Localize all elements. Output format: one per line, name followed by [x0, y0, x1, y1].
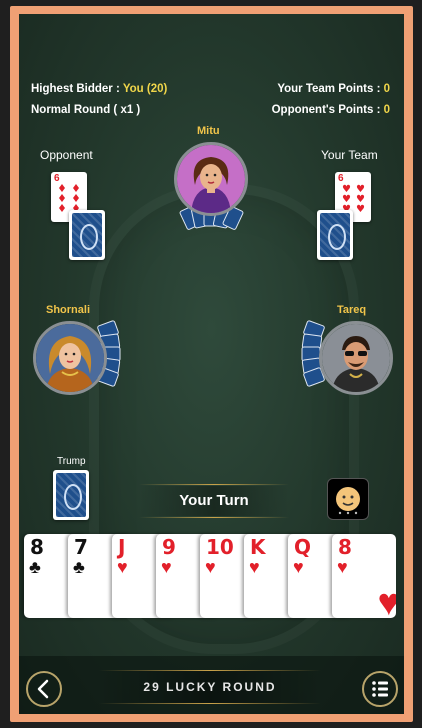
avatar-shornali[interactable] [33, 321, 107, 395]
card-suit: ♥ [293, 557, 304, 577]
trump-card-back[interactable] [53, 470, 89, 520]
card-rank: 9 [162, 535, 176, 559]
svg-text:♥: ♥ [356, 204, 365, 215]
team-pile-label: Your Team [321, 148, 378, 162]
opponent-points: Opponent's Points : 0 [272, 104, 390, 116]
card-suit: ♥ [161, 557, 172, 577]
card-rank: Q [294, 535, 312, 559]
menu-list-icon [372, 681, 388, 697]
card-rank: 10 [206, 535, 234, 559]
trump-label: Trump [57, 456, 86, 467]
card-suit: ♥ [117, 557, 128, 577]
opponent-pile-card-back [69, 210, 105, 260]
card-rank: 7 [74, 535, 88, 559]
player-name-top: Mitu [197, 125, 220, 137]
card-rank: 8 [30, 535, 44, 559]
card-suit: ♥ [337, 557, 348, 577]
team-pile-card-back [317, 210, 353, 260]
avatar-mitu[interactable] [174, 142, 248, 216]
player-name-left: Shornali [46, 304, 91, 316]
card-rank: 8 [338, 535, 352, 559]
player-hand: 8♣♣7♣♣J♥♥9♥♥10♥♥K♥♥Q♥♥8♥♥ [24, 534, 404, 620]
opponent-pile-rank: 6 [54, 173, 60, 184]
menu-button[interactable] [362, 671, 398, 707]
card-suit: ♥ [249, 557, 260, 577]
back-button[interactable] [26, 671, 62, 707]
round-title: 29 LUCKY ROUND [99, 670, 321, 704]
player-name-right: Tareq [337, 304, 367, 316]
opponent-points-value: 0 [383, 104, 390, 116]
avatar-tareq[interactable] [319, 321, 393, 395]
emoji-button[interactable] [327, 478, 369, 520]
team-points: Your Team Points : 0 [277, 83, 390, 95]
team-points-value: 0 [383, 83, 390, 95]
emoji-icon [336, 487, 360, 515]
highest-bidder: Highest Bidder : You (20) [31, 83, 167, 95]
card-rank: K [250, 535, 266, 559]
card-suit: ♣ [73, 557, 85, 577]
opponent-pile-label: Opponent [40, 148, 93, 162]
highest-bidder-label: Highest Bidder : [31, 83, 123, 95]
team-points-label: Your Team Points : [277, 83, 384, 95]
card-rank: J [118, 535, 126, 559]
card-suit: ♥ [205, 557, 216, 577]
hand-card[interactable]: 8 ♥ ♥ [332, 534, 396, 618]
opponent-points-label: Opponent's Points : [271, 104, 384, 116]
back-arrow-icon [37, 679, 49, 699]
card-suit: ♣ [29, 557, 41, 577]
card-suit-large: ♥ [377, 582, 396, 618]
team-pile-rank: 6 [338, 173, 344, 184]
game-board: Highest Bidder : You (20) Normal Round (… [19, 14, 404, 714]
round-type: Normal Round ( x1 ) [31, 104, 141, 116]
turn-indicator: Your Turn [139, 484, 289, 518]
highest-bidder-value: You (20) [122, 83, 168, 95]
